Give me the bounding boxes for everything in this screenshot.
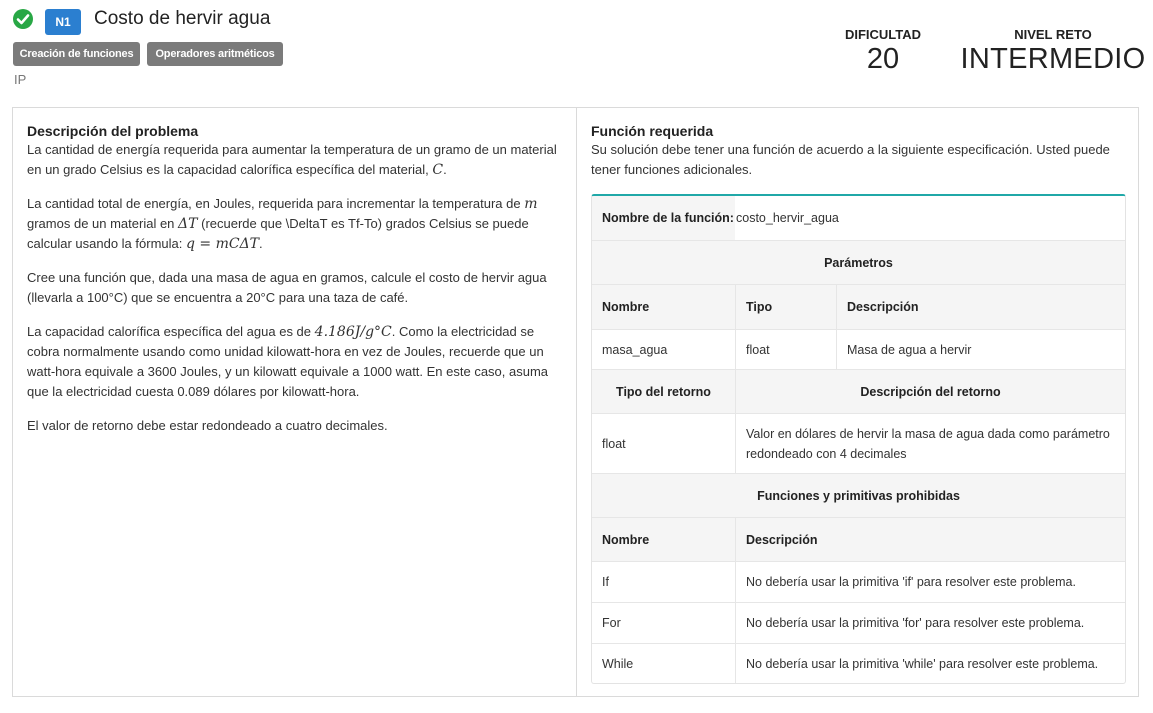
param-row: masa_agua float Masa de agua a hervir	[592, 330, 1125, 370]
forbidden-name: While	[592, 644, 736, 683]
challenge-level-label: NIVEL RETO	[1014, 27, 1092, 42]
course-label: IP	[14, 72, 27, 87]
description-heading: Descripción del problema	[27, 123, 199, 139]
description-paragraph-5: El valor de retorno debe estar redondead…	[27, 418, 388, 433]
params-header-row: Nombre Tipo Descripción	[592, 285, 1125, 330]
return-desc-label: Descripción del retorno	[860, 384, 1001, 399]
level-badge: N1	[45, 9, 81, 35]
param-name: masa_agua	[592, 330, 736, 369]
forbidden-name: For	[592, 603, 736, 643]
forbidden-heading: Funciones y primitivas prohibidas	[757, 488, 960, 503]
forbidden-header-row: Nombre Descripción	[592, 518, 1125, 562]
forbidden-row: For No debería usar la primitiva 'for' p…	[592, 603, 1125, 644]
function-heading: Función requerida	[591, 123, 714, 139]
params-col-type: Tipo	[736, 285, 837, 329]
return-description: Valor en dólares de hervir la masa de ag…	[746, 426, 1110, 461]
tag-creacion-funciones[interactable]: Creación de funciones	[13, 42, 140, 66]
math-formula: q = mCΔT	[185, 236, 260, 252]
function-name-value: costo_hervir_agua	[735, 196, 1125, 240]
forbidden-description: No debería usar la primitiva 'for' para …	[746, 616, 1085, 630]
page-title: Costo de hervir agua	[94, 8, 271, 29]
problem-description: Descripción del problema La cantidad de …	[27, 122, 562, 450]
completed-check-icon	[13, 9, 33, 29]
panel-divider	[576, 108, 577, 697]
forbidden-col-description: Descripción	[746, 532, 818, 547]
params-col-name: Nombre	[592, 285, 736, 329]
description-paragraph-2: La cantidad total de energía, en Joules,…	[27, 196, 538, 252]
params-heading-row: Parámetros	[592, 241, 1125, 285]
forbidden-col-name: Nombre	[592, 518, 736, 561]
function-requirement: Función requerida Su solución debe tener…	[591, 122, 1126, 180]
function-intro: Su solución debe tener una función de ac…	[591, 142, 1110, 177]
tag-operadores-aritmeticos[interactable]: Operadores aritméticos	[147, 42, 283, 66]
function-name-label: Nombre de la función:	[592, 196, 735, 240]
forbidden-heading-row: Funciones y primitivas prohibidas	[592, 474, 1125, 518]
math-m: m	[524, 196, 538, 212]
return-header-row: Tipo del retorno Descripción del retorno	[592, 370, 1125, 414]
description-paragraph-3: Cree una función que, dada una masa de a…	[27, 270, 547, 305]
forbidden-row: If No debería usar la primitiva 'if' par…	[592, 562, 1125, 603]
forbidden-row: While No debería usar la primitiva 'whil…	[592, 644, 1125, 683]
param-type: float	[736, 330, 837, 369]
forbidden-name: If	[592, 562, 736, 602]
description-paragraph-4: La capacidad calorífica específica del a…	[27, 324, 549, 399]
return-row: float Valor en dólares de hervir la masa…	[592, 414, 1125, 474]
difficulty-value: 20	[866, 43, 900, 75]
forbidden-description: No debería usar la primitiva 'while' par…	[746, 657, 1099, 671]
function-spec-table: Nombre de la función: costo_hervir_agua …	[591, 194, 1126, 684]
math-delta-t: ΔT	[178, 216, 198, 232]
math-heat-capacity: 4.186J/g°C	[314, 324, 392, 340]
return-type-label: Tipo del retorno	[592, 370, 736, 413]
math-c: C	[432, 162, 444, 178]
param-description: Masa de agua a hervir	[847, 342, 972, 357]
function-name-row: Nombre de la función: costo_hervir_agua	[592, 196, 1125, 241]
forbidden-description: No debería usar la primitiva 'if' para r…	[746, 575, 1076, 589]
params-col-description: Descripción	[847, 300, 919, 314]
return-type: float	[592, 414, 736, 473]
params-heading: Parámetros	[824, 255, 893, 270]
challenge-level-value: INTERMEDIO	[960, 43, 1146, 75]
description-paragraph-1: La cantidad de energía requerida para au…	[27, 142, 557, 178]
difficulty-label: DIFICULTAD	[844, 27, 922, 42]
